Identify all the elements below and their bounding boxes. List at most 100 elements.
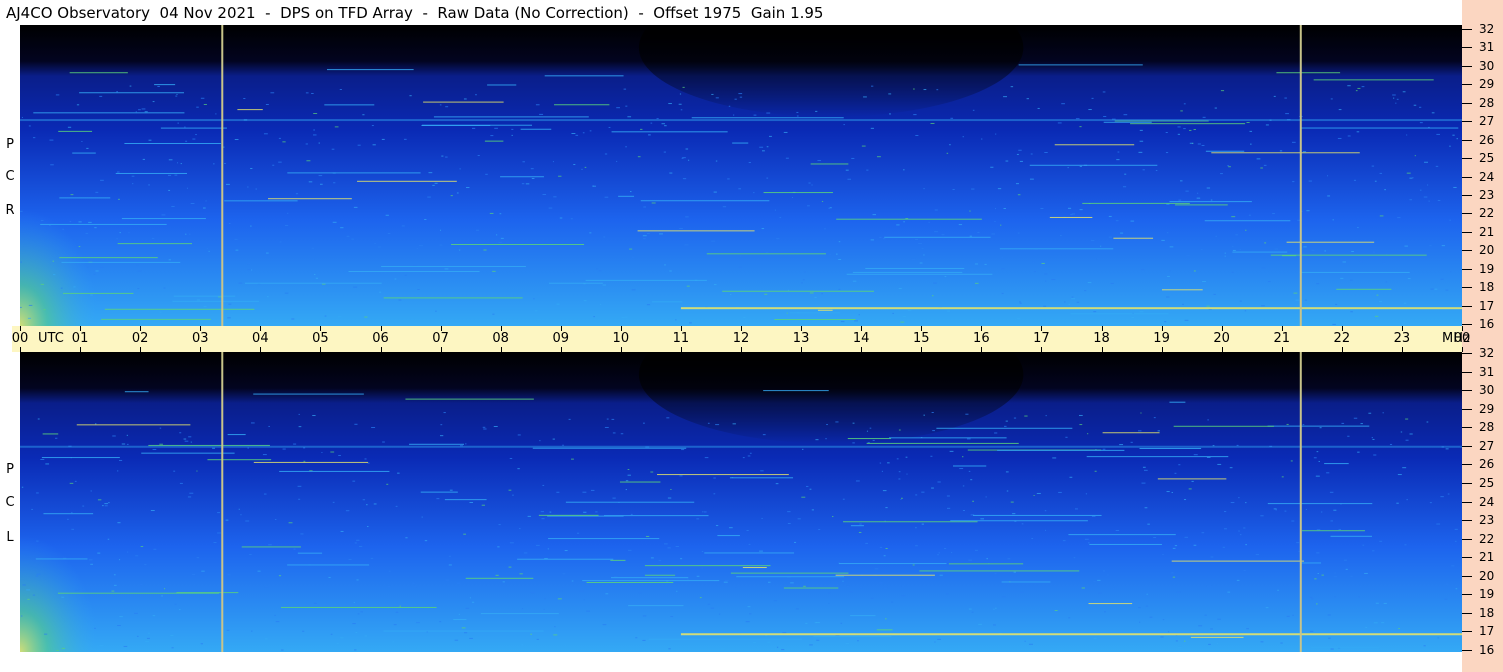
y-tick-mark [1462, 594, 1472, 596]
time-marker-line [221, 352, 224, 652]
y-tick-mark [1462, 538, 1472, 540]
x-tick-label: 14 [852, 331, 870, 346]
x-tick-mark [1221, 347, 1223, 352]
x-tick-label: 07 [432, 331, 449, 346]
y-tick-label: 17 [1479, 624, 1495, 639]
y-tick-label: 19 [1479, 261, 1495, 276]
x-tick-label: 10 [612, 331, 630, 346]
x-tick-label: 08 [492, 331, 509, 346]
y-tick-mark [1462, 501, 1472, 503]
y-tick-label: 27 [1479, 438, 1495, 453]
x-tick-mark [1041, 326, 1043, 331]
emission-band [680, 633, 1462, 636]
x-tick-mark [1341, 326, 1343, 331]
x-tick-mark [20, 347, 21, 352]
x-tick-mark [200, 326, 202, 331]
y-tick-mark [1462, 65, 1472, 67]
x-tick-label: 01 [71, 331, 89, 346]
y-tick-label: 19 [1479, 587, 1495, 602]
y-tick-label: 20 [1479, 568, 1495, 583]
y-tick-mark [1462, 102, 1472, 104]
y-tick-mark [1462, 250, 1472, 252]
x-tick-label: 00 [1453, 331, 1471, 346]
emission-band [20, 445, 1462, 448]
utc-label: UTC [38, 331, 64, 346]
chart-title: AJ4CO Observatory 04 Nov 2021 - DPS on T… [6, 4, 824, 22]
y-tick-mark [1462, 324, 1472, 325]
x-tick-label: 09 [552, 331, 570, 346]
y-tick-mark [1462, 427, 1472, 429]
x-tick-mark [1041, 347, 1043, 352]
x-tick-mark [620, 326, 622, 331]
x-tick-mark [981, 347, 983, 352]
x-tick-mark [1462, 347, 1463, 352]
x-tick-label: 11 [672, 331, 690, 346]
y-tick-label: 26 [1479, 457, 1495, 472]
x-tick-label: 06 [372, 331, 389, 346]
y-tick-mark [1462, 464, 1472, 466]
panel-label-char: P [6, 137, 14, 152]
y-tick-mark [1462, 482, 1472, 484]
y-tick-label: 28 [1479, 420, 1495, 435]
x-tick-mark [380, 347, 382, 352]
x-tick-mark [20, 326, 21, 331]
y-tick-label: 31 [1479, 364, 1495, 379]
x-tick-label: 22 [1333, 331, 1351, 346]
x-tick-mark [680, 347, 682, 352]
x-tick-mark [801, 326, 803, 331]
y-tick-label: 16 [1479, 643, 1495, 657]
time-marker-line [1299, 25, 1302, 326]
panel-label-char: L [6, 530, 14, 545]
y-tick-label: 21 [1479, 550, 1495, 565]
x-tick-label: 17 [1033, 331, 1050, 346]
x-tick-mark [741, 347, 742, 352]
y-tick-label: 16 [1479, 317, 1495, 331]
y-tick-mark [1462, 408, 1472, 410]
x-tick-label: 23 [1393, 331, 1411, 346]
x-tick-label: 13 [792, 331, 810, 346]
bright-emission-region [20, 457, 153, 652]
x-tick-mark [440, 347, 442, 352]
x-tick-label: 19 [1153, 331, 1170, 346]
x-tick-mark [1101, 326, 1103, 331]
lcp-spectrogram [20, 352, 1462, 652]
x-tick-mark [1101, 347, 1103, 352]
x-tick-label: 18 [1093, 331, 1110, 346]
emission-band [680, 307, 1462, 310]
y-tick-label: 22 [1479, 531, 1495, 546]
x-tick-mark [500, 347, 502, 352]
y-tick-mark [1462, 121, 1472, 123]
panel-label-char: C [5, 169, 15, 184]
emission-band [20, 119, 1462, 122]
x-tick-mark [921, 347, 923, 352]
rcp-heatmap [20, 25, 1462, 326]
x-tick-mark [680, 326, 682, 331]
x-tick-mark [80, 347, 82, 352]
y-tick-label: 22 [1479, 206, 1495, 221]
y-tick-mark [1462, 520, 1472, 522]
x-tick-mark [560, 326, 562, 331]
y-tick-mark [1462, 158, 1472, 160]
y-tick-mark [1462, 305, 1472, 307]
rcp-spectrogram [20, 25, 1462, 326]
y-tick-mark [1462, 371, 1472, 373]
time-axis: UTC MHz 00 01 02 03 04 05 06 07 08 09 10 11 12 13 14 15… [12, 326, 1470, 352]
x-tick-mark [1401, 326, 1403, 331]
x-tick-mark [380, 326, 382, 331]
x-tick-mark [320, 347, 322, 352]
y-tick-mark [1462, 631, 1472, 633]
y-tick-label: 26 [1479, 132, 1495, 147]
x-tick-mark [1401, 347, 1403, 352]
y-tick-label: 25 [1479, 151, 1495, 166]
y-tick-label: 17 [1479, 298, 1495, 313]
x-tick-label: 05 [312, 331, 329, 346]
y-tick-mark [1462, 268, 1472, 270]
x-tick-mark [1221, 326, 1223, 331]
y-tick-label: 25 [1479, 475, 1495, 490]
lcp-heatmap [20, 352, 1462, 652]
bright-emission-region [20, 130, 153, 326]
y-tick-mark [1462, 612, 1472, 614]
y-tick-mark [1462, 84, 1472, 86]
x-tick-mark [1462, 326, 1463, 331]
x-tick-mark [861, 347, 863, 352]
